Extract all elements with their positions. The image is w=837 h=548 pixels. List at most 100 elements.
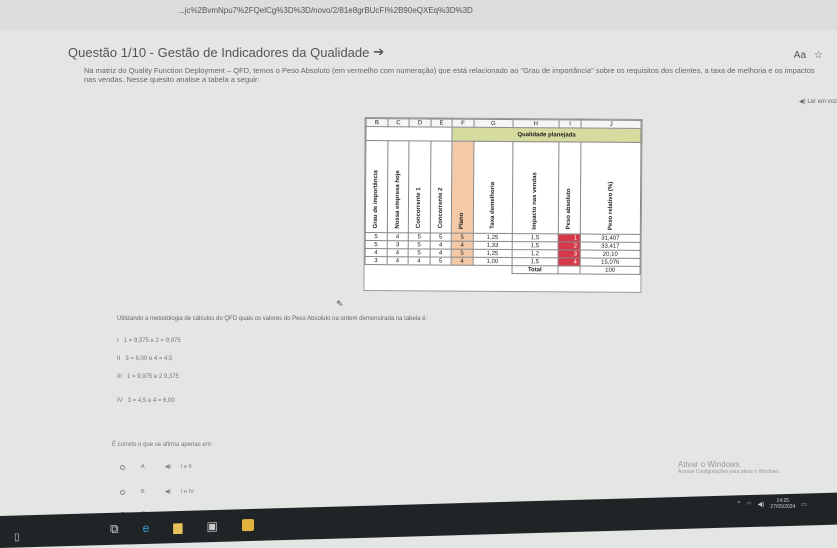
table-cell: 4 (451, 241, 473, 250)
col-header: Concorrente 2 (429, 140, 453, 234)
qfd-table: BCDEFGHIJ Qualidade planejada Grau de im… (365, 118, 642, 275)
col-letter: F (452, 119, 474, 128)
col-header-label: Grau de importância (373, 169, 380, 229)
table-cell: 1,33 (472, 241, 513, 250)
speaker-icon: ◀) (799, 99, 806, 105)
col-header: Concorrente 1 (408, 140, 431, 233)
statement-label: IV (117, 398, 123, 404)
table-cell: 1,25 (472, 249, 513, 258)
question-title: Questão 1/10 - Gestão de Indicadores da … (68, 44, 370, 60)
option-letter: B (141, 489, 145, 495)
col-header-label: Concorrente 2 (437, 187, 445, 229)
statement-label: I (117, 338, 119, 344)
table-cell: 5 (408, 240, 430, 249)
table-cell: 4 (451, 257, 473, 266)
statement-text: 3 = 6,00 e 4 = 4,5 (125, 356, 173, 362)
total-label: Total (511, 265, 558, 274)
total-value: 100 (580, 266, 641, 275)
table-cell: 5 (451, 249, 473, 258)
system-tray: ^ ◠ ◀) 14:25 27/05/2024 ▭ (738, 498, 807, 510)
statement-text: 1 = 9,975 e 2 9,375 (127, 374, 179, 380)
col-header-label: Plano (459, 212, 466, 229)
col-header: Grau de importância (365, 140, 388, 233)
col-letter: G (473, 119, 513, 128)
address-bar[interactable]: ...jc%2BvmNpu7%2FQelCg%3D%3D/novo/2/81e8… (0, 0, 837, 30)
col-header-label: Peso relativo (%) (607, 181, 614, 230)
table-cell: 5 (451, 233, 474, 242)
read-aloud-button[interactable]: ◀) Ler em voz (799, 98, 837, 105)
col-header-label: Taxa demelhoria (489, 181, 496, 229)
group-header: Qualidade planejada (452, 127, 642, 143)
table-cell: 4 (429, 240, 452, 250)
favorite-star-icon[interactable]: ☆ (814, 50, 823, 61)
answer-option-b[interactable]: B ◀) I e IV (120, 489, 194, 495)
radio-button[interactable] (120, 464, 125, 470)
table-cell: 5 (429, 232, 452, 242)
col-letter: D (409, 118, 431, 127)
task-view-icon[interactable]: ⧉ (110, 521, 119, 536)
table-cell: 4 (365, 248, 387, 257)
col-header: Nossa empresa hoje (386, 140, 410, 233)
col-header-label: Peso absoluto (566, 188, 573, 230)
clock[interactable]: 14:25 27/05/2024 (770, 498, 795, 510)
table-cell: 4 (429, 248, 452, 258)
table-cell: 4 (386, 256, 409, 265)
option-letter: A (141, 464, 145, 470)
browser-toolbar: Aa ☆ (794, 50, 823, 61)
option-text: I e II (181, 464, 192, 470)
qfd-table-image: BCDEFGHIJ Qualidade planejada Grau de im… (363, 117, 643, 293)
col-header: Plano (451, 141, 474, 234)
chrome-icon[interactable] (241, 518, 254, 532)
col-letter: B (366, 118, 388, 127)
question-intro: Na matriz do Quality Function Deployment… (84, 66, 815, 84)
url-text: ...jc%2BvmNpu7%2FQelCg%3D%3D/novo/2/81e8… (178, 6, 473, 15)
windows-start-icon[interactable]: ▯ (14, 532, 20, 543)
col-header: Impacto nas vendas (512, 141, 559, 234)
answer-option-a[interactable]: A ◀) I e II (120, 464, 192, 470)
reading-mode-icon[interactable]: Aa (794, 50, 806, 61)
radio-button[interactable] (120, 489, 125, 495)
statement-text: 1 = 9,375 e 2 = 9,975 (123, 338, 181, 344)
windows-taskbar: ⧉ e ▆ ▣ (0, 492, 837, 548)
statement-label: III (117, 374, 123, 380)
col-letter: E (430, 118, 453, 128)
statement-item: I 1 = 9,375 e 2 = 9,975 (117, 338, 181, 344)
page-title: Questão 1/10 - Gestão de Indicadores da … (68, 44, 384, 60)
option-text: I e IV (181, 489, 194, 495)
speaker-icon[interactable]: ◀) (165, 464, 181, 470)
table-cell: 1,00 (472, 257, 512, 266)
table-cell: 3 (386, 240, 409, 249)
col-header: Peso relativo (%) (580, 142, 641, 235)
chevron-up-icon[interactable]: ^ (738, 501, 741, 507)
table-cell: 3 (557, 249, 581, 259)
statement-label: II (117, 356, 121, 362)
col-letter: C (387, 118, 410, 127)
table-cell: 1 (557, 233, 581, 243)
speaker-icon[interactable]: ◀) (165, 489, 181, 495)
col-letter: I (558, 119, 582, 129)
table-cell: 1,25 (472, 233, 513, 242)
question-ask: Utilizando a metodologia de cálculos do … (117, 316, 428, 322)
table-cell: 4 (386, 232, 409, 241)
col-header: Peso absoluto (557, 141, 582, 235)
table-cell: 5 (408, 232, 430, 241)
table-cell: 2 (557, 241, 581, 251)
table-cell: 4 (557, 257, 581, 267)
wifi-icon[interactable]: ◠ (746, 501, 751, 508)
windows-activation-watermark: Ativar o Windows Acesse Configurações pa… (678, 460, 781, 475)
table-cell: 4 (386, 248, 409, 257)
table-cell: 3 (365, 256, 387, 265)
col-header: Taxa demelhoria (473, 141, 513, 234)
table-cell: 4 (408, 256, 430, 265)
statement-item: II 3 = 6,00 e 4 = 4,5 (117, 356, 172, 362)
col-header-label: Nossa empresa hoje (394, 169, 402, 229)
notification-icon[interactable]: ▭ (801, 501, 807, 508)
store-icon[interactable]: ▣ (207, 519, 218, 533)
file-explorer-icon[interactable]: ▆ (173, 520, 182, 534)
edge-browser-icon[interactable]: e (143, 521, 150, 535)
statement-item: IV 3 = 4,5 e 4 = 6,00 (117, 398, 175, 404)
statement-text: 3 = 4,5 e 4 = 6,00 (127, 398, 175, 404)
volume-icon[interactable]: ◀) (758, 501, 765, 508)
col-header-label: Impacto nas vendas (532, 171, 539, 230)
arrow-icon: ➔ (373, 44, 385, 59)
